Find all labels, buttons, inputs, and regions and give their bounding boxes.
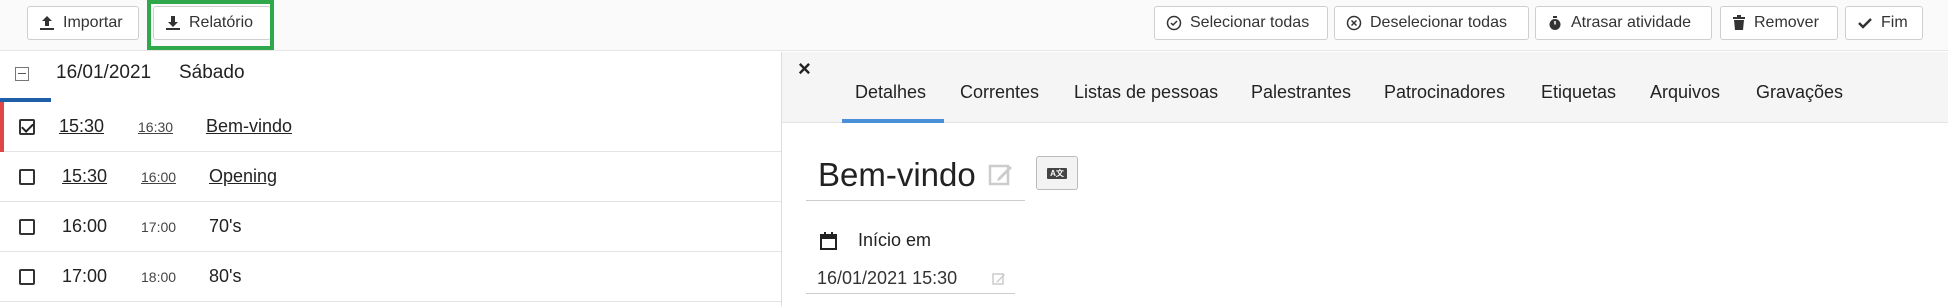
edit-icon[interactable]	[992, 272, 1006, 286]
collapse-icon[interactable]	[15, 67, 29, 81]
trash-icon	[1733, 15, 1745, 30]
select-all-button[interactable]: Selecionar todas	[1154, 6, 1328, 40]
row-checkbox[interactable]	[19, 219, 35, 235]
upload-icon	[40, 16, 54, 30]
tab-palestrantes[interactable]: Palestrantes	[1251, 82, 1351, 103]
row-end-time: 18:00	[141, 269, 177, 285]
group-weekday: Sábado	[179, 62, 245, 83]
schedule-panel: 16/01/2021 Sábado 15:30 16:30 Bem-vindo …	[0, 52, 781, 306]
schedule-row[interactable]: 17:00 18:00 80's	[0, 252, 781, 302]
row-start-time: 17:00	[62, 266, 108, 286]
row-checkbox[interactable]	[19, 169, 35, 185]
schedule-row[interactable]: 16:00 17:00 70's	[0, 202, 781, 252]
import-button[interactable]: Importar	[27, 6, 139, 40]
end-button[interactable]: Fim	[1845, 6, 1923, 40]
tab-etiquetas[interactable]: Etiquetas	[1541, 82, 1616, 103]
check-circle-icon	[1166, 15, 1182, 31]
checkmark-icon	[1858, 18, 1872, 29]
row-end-time: 17:00	[141, 219, 177, 235]
row-start-time[interactable]: 15:30	[62, 166, 107, 187]
row-name[interactable]: Bem-vindo	[206, 116, 292, 137]
row-start-time[interactable]: 15:30	[59, 116, 104, 137]
import-label: Importar	[63, 14, 123, 31]
schedule-row[interactable]: 15:30 16:00 Opening	[0, 152, 781, 202]
active-tab-indicator	[842, 119, 944, 123]
schedule-row[interactable]: 15:30 16:30 Bem-vindo	[0, 102, 781, 152]
stopwatch-icon	[1549, 16, 1561, 30]
select-all-label: Selecionar todas	[1190, 14, 1310, 31]
event-title[interactable]: Bem-vindo	[818, 156, 976, 194]
row-checkbox[interactable]	[19, 119, 35, 135]
tab-detalhes[interactable]: Detalhes	[855, 82, 926, 103]
translate-button[interactable]: A文	[1036, 156, 1078, 190]
edit-icon[interactable]	[988, 162, 1014, 188]
row-name: 80's	[209, 266, 242, 286]
date-group-header: 16/01/2021 Sábado	[0, 52, 781, 100]
toolbar: Importar Relatório Selecionar todas Dese…	[0, 0, 1948, 51]
selected-marker	[0, 102, 4, 152]
row-end-time[interactable]: 16:30	[138, 119, 173, 135]
row-name: 70's	[209, 216, 242, 236]
deselect-all-label: Deselecionar todas	[1370, 14, 1507, 31]
row-end-time[interactable]: 16:00	[141, 169, 176, 185]
calendar-icon	[820, 232, 837, 250]
highlight-box	[147, 0, 274, 50]
start-value[interactable]: 16/01/2021 15:30	[817, 268, 957, 289]
details-panel: × Detalhes Correntes Listas de pessoas P…	[781, 52, 1948, 306]
x-circle-icon	[1346, 15, 1362, 31]
details-tabbar: × Detalhes Correntes Listas de pessoas P…	[782, 52, 1948, 123]
deselect-all-button[interactable]: Deselecionar todas	[1334, 6, 1529, 40]
row-checkbox[interactable]	[19, 269, 35, 285]
start-field-underline	[806, 293, 1015, 294]
delay-activity-button[interactable]: Atrasar atividade	[1535, 6, 1712, 40]
group-date: 16/01/2021	[56, 62, 152, 83]
translate-icon: A文	[1047, 168, 1067, 179]
remove-button[interactable]: Remover	[1720, 6, 1838, 40]
tab-patrocinadores[interactable]: Patrocinadores	[1384, 82, 1505, 103]
row-start-time: 16:00	[62, 216, 108, 236]
tab-listas-de-pessoas[interactable]: Listas de pessoas	[1074, 82, 1218, 103]
end-label: Fim	[1881, 14, 1908, 31]
close-icon[interactable]: ×	[798, 56, 811, 82]
start-label: Início em	[858, 230, 932, 250]
row-name[interactable]: Opening	[209, 166, 277, 187]
tab-correntes[interactable]: Correntes	[960, 82, 1039, 103]
delay-activity-label: Atrasar atividade	[1571, 14, 1692, 31]
tab-gravacoes[interactable]: Gravações	[1756, 82, 1843, 103]
tab-arquivos[interactable]: Arquivos	[1650, 82, 1720, 103]
remove-label: Remover	[1754, 14, 1819, 31]
